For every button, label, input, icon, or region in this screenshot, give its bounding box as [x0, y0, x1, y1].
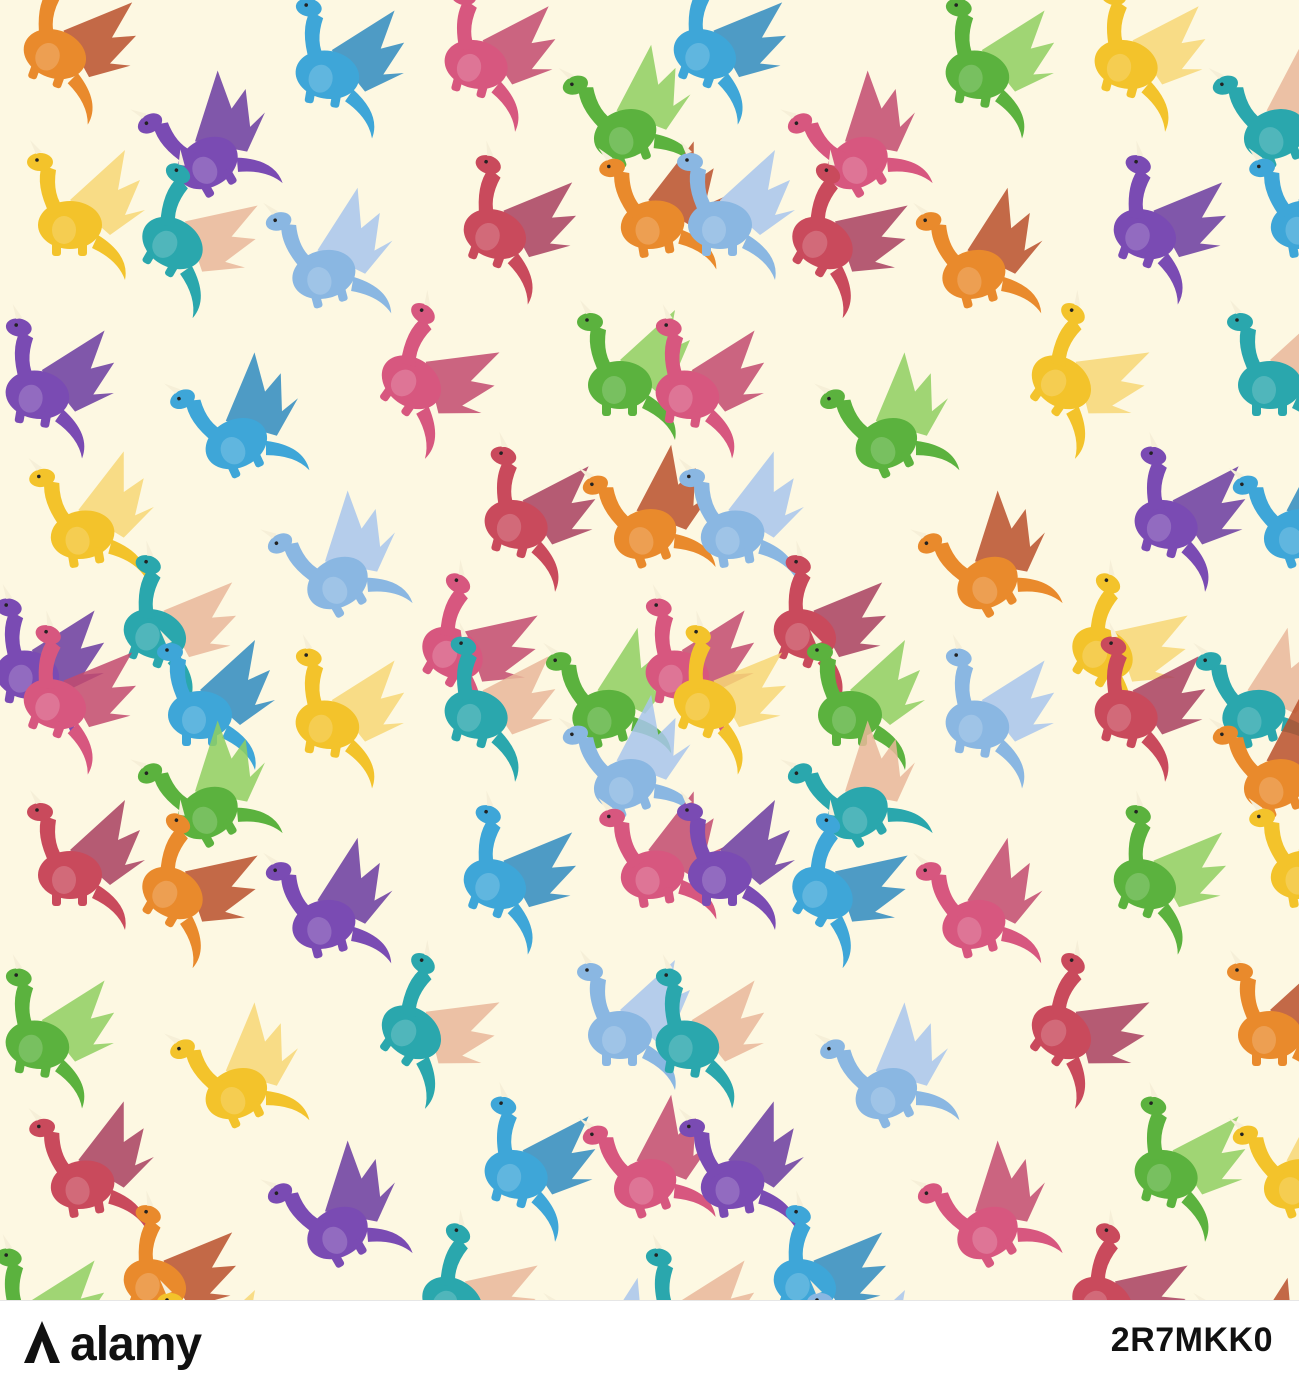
- dragon-pattern-image: [0, 0, 1299, 1300]
- watermark-footer: alamy 2R7MKK0: [0, 1300, 1299, 1390]
- alamy-logo-text: alamy: [70, 1318, 202, 1371]
- alamy-logo-mark: [24, 1321, 60, 1363]
- image-id-label: 2R7MKK0: [1110, 1321, 1273, 1359]
- stock-image-page: alamy 2R7MKK0: [0, 0, 1299, 1390]
